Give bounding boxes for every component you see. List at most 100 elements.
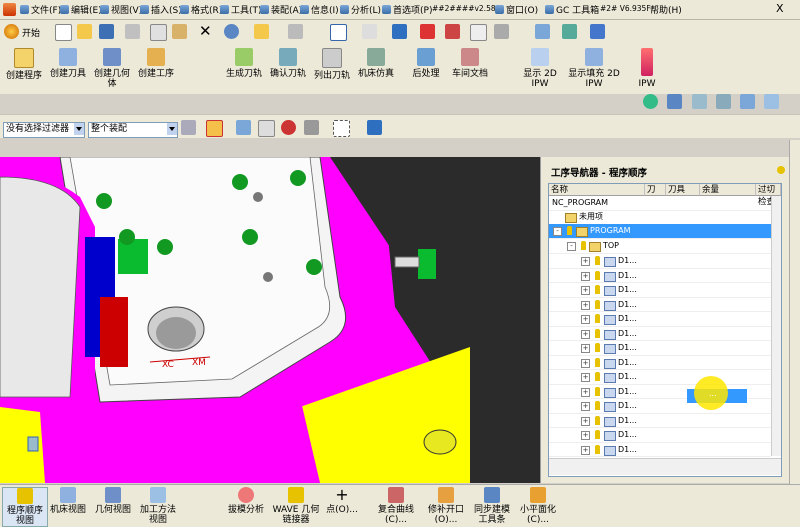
tree-row-operation[interactable]: + D1...: [549, 443, 771, 457]
point-button[interactable]: + 点(O)...: [322, 487, 362, 516]
wireframe-icon[interactable]: [470, 24, 487, 41]
expand-icon[interactable]: +: [581, 431, 590, 440]
menu-extra-version[interactable]: #2# V6.935F: [600, 4, 651, 13]
draft-analysis-button[interactable]: 拔模分析: [222, 487, 270, 515]
start-button[interactable]: 开始: [22, 26, 40, 39]
expand-icon[interactable]: +: [581, 286, 590, 295]
open-folder-icon[interactable]: [77, 24, 92, 39]
menu-info[interactable]: 信息(I): [300, 3, 339, 16]
show-fill-2d-ipw-button[interactable]: 显示填充 2D IPW: [568, 48, 620, 89]
app-icon[interactable]: [3, 3, 16, 16]
create-geometry-button[interactable]: 创建几何体: [90, 48, 134, 89]
check-icon[interactable]: [643, 94, 658, 109]
drag-item[interactable]: ...: [687, 376, 747, 410]
column-name[interactable]: 名称: [549, 184, 645, 196]
tree-row-operation[interactable]: + D1...: [549, 283, 771, 298]
composite-curve-button[interactable]: 复合曲线(C)...: [372, 487, 420, 525]
expand-icon[interactable]: +: [581, 358, 590, 368]
menu-assembly[interactable]: 装配(A): [260, 3, 302, 16]
tree-row-operation[interactable]: + D1...: [549, 370, 771, 385]
paste-icon[interactable]: [172, 24, 187, 39]
section-icon[interactable]: [590, 24, 605, 39]
menu-view[interactable]: 视图(V): [100, 3, 142, 16]
menu-extra-plugin[interactable]: ##2####v2.58: [432, 4, 496, 13]
save-icon[interactable]: [99, 24, 114, 39]
tab-method-view[interactable]: 加工方法视图: [138, 487, 178, 525]
verify-toolpath-button[interactable]: 确认刀轨: [266, 48, 310, 79]
menu-preferences[interactable]: 首选项(P): [382, 3, 432, 16]
tree-row-operation[interactable]: + D1...: [549, 414, 771, 428]
tree-row-operation[interactable]: + D1...: [549, 327, 771, 341]
close-button[interactable]: X: [776, 2, 784, 15]
menu-window[interactable]: 窗口(O): [495, 3, 538, 16]
fit-view-icon[interactable]: [330, 24, 347, 41]
arrow-icon[interactable]: [236, 120, 251, 135]
show-2d-ipw-button[interactable]: 显示 2D IPW: [516, 48, 564, 89]
list-icon[interactable]: [692, 94, 707, 109]
expand-icon[interactable]: +: [581, 445, 590, 455]
window-icon[interactable]: [740, 94, 755, 109]
shop-docs-button[interactable]: 车间文档: [448, 48, 492, 79]
info-icon[interactable]: [288, 24, 303, 39]
scrollbar[interactable]: [771, 196, 781, 456]
menu-analysis[interactable]: 分析(L): [340, 3, 381, 16]
window2-icon[interactable]: [764, 94, 779, 109]
menu-insert[interactable]: 插入(S): [140, 3, 182, 16]
scrollbar-horizontal[interactable]: [549, 458, 781, 475]
selection-settings-icon[interactable]: [181, 120, 196, 135]
expand-icon[interactable]: +: [581, 315, 590, 324]
tree-row-operation[interactable]: + D1...: [549, 254, 771, 269]
list-toolpath-button[interactable]: 列出刀轨: [310, 48, 354, 81]
expand-icon[interactable]: +: [581, 373, 590, 382]
delete-icon[interactable]: ✕: [199, 22, 212, 40]
undo-icon[interactable]: [224, 24, 239, 39]
column-gouge-check[interactable]: 过切检查: [756, 184, 781, 207]
postprocess-button[interactable]: 后处理: [404, 48, 448, 79]
generate-toolpath-button[interactable]: 生成刀轨: [222, 48, 266, 79]
pin-icon[interactable]: [777, 166, 785, 174]
zoom-icon[interactable]: [362, 24, 377, 39]
shaded-view-icon[interactable]: [392, 24, 407, 39]
create-program-button[interactable]: 创建程序: [2, 48, 46, 81]
patch-opening-button[interactable]: 修补开口(O)...: [424, 487, 468, 525]
rotate-icon[interactable]: [562, 24, 577, 39]
sync-modeling-button[interactable]: 同步建模工具条: [470, 487, 514, 525]
expand-icon[interactable]: +: [581, 402, 590, 411]
expand-icon[interactable]: +: [581, 416, 590, 426]
column-tool-flag[interactable]: 刀: [645, 184, 666, 196]
menu-tools[interactable]: 工具(T): [220, 3, 262, 16]
tab-machine-view[interactable]: 机床视图: [48, 487, 88, 515]
crosshair-icon[interactable]: [281, 120, 296, 135]
ipw-button[interactable]: IPW: [632, 48, 662, 89]
new-file-icon[interactable]: [55, 24, 72, 41]
render-style-icon[interactable]: [445, 24, 460, 39]
tree-row-program[interactable]: - PROGRAM: [549, 224, 771, 239]
orient-view-icon[interactable]: [535, 24, 550, 39]
filter-dropdown[interactable]: 没有选择过滤器: [3, 122, 85, 138]
tree-row-root[interactable]: NC_PROGRAM: [549, 196, 771, 211]
expand-icon[interactable]: +: [581, 300, 590, 310]
pick-icon[interactable]: [304, 120, 319, 135]
navigator-table[interactable]: 名称 刀 刀具 余量 过切检查 NC_PROGRAM 未用项 - PROGRAM…: [548, 183, 782, 477]
cube-icon[interactable]: [367, 120, 382, 135]
resource-bar[interactable]: [789, 140, 800, 527]
collapse-icon[interactable]: -: [567, 242, 576, 251]
rect-select-icon[interactable]: [333, 120, 350, 137]
tree-row-operation[interactable]: + D1...: [549, 312, 771, 327]
expand-icon[interactable]: +: [581, 257, 590, 266]
menu-help[interactable]: 帮助(H): [650, 3, 682, 16]
start-icon[interactable]: [4, 24, 19, 39]
tree-row-operation[interactable]: + D1...: [549, 428, 771, 443]
tree-row-unused[interactable]: 未用项: [549, 210, 771, 225]
tab-geometry-view[interactable]: 几何视图: [90, 487, 136, 515]
menu-file[interactable]: 文件(F): [20, 3, 61, 16]
report-icon[interactable]: [667, 94, 682, 109]
menu-gc-toolbox[interactable]: GC 工具箱: [545, 3, 599, 16]
menu-format[interactable]: 格式(R): [180, 3, 222, 16]
menu-edit[interactable]: 编辑(E): [60, 3, 102, 16]
expand-icon[interactable]: +: [581, 387, 590, 397]
tree-row-operation[interactable]: + D1...: [549, 269, 771, 283]
expand-icon[interactable]: +: [581, 271, 590, 281]
expand-icon[interactable]: +: [581, 344, 590, 353]
cursor-icon[interactable]: [254, 24, 269, 39]
